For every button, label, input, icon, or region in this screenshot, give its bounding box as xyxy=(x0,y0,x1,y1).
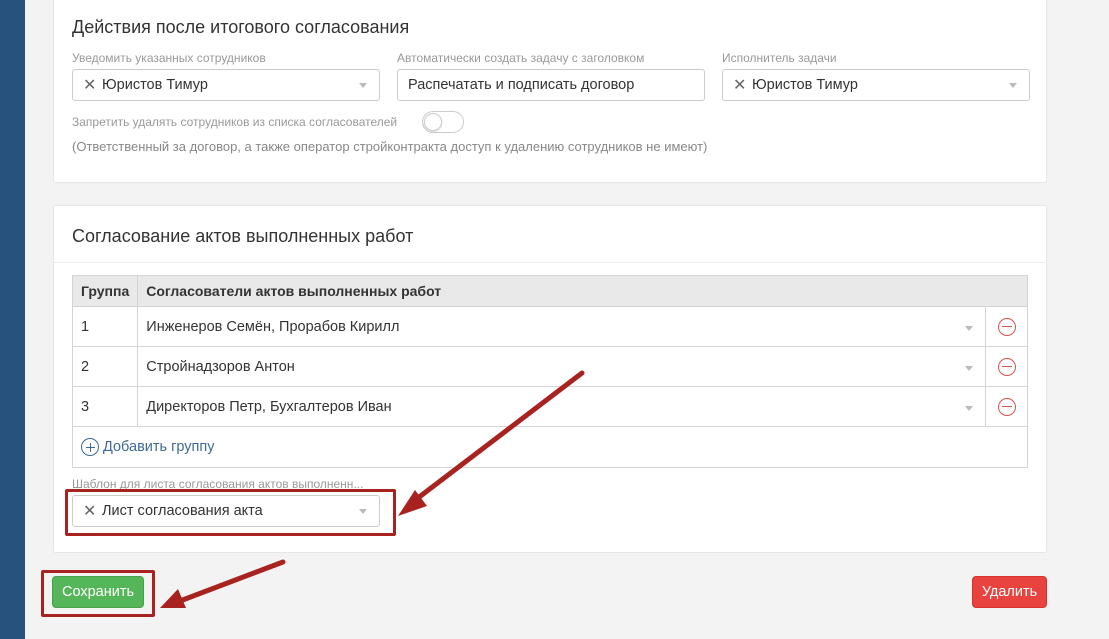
annotation-arrow-shaft xyxy=(177,559,286,604)
annotation-arrow-shaft xyxy=(407,370,585,507)
annotation-arrows xyxy=(160,370,585,608)
